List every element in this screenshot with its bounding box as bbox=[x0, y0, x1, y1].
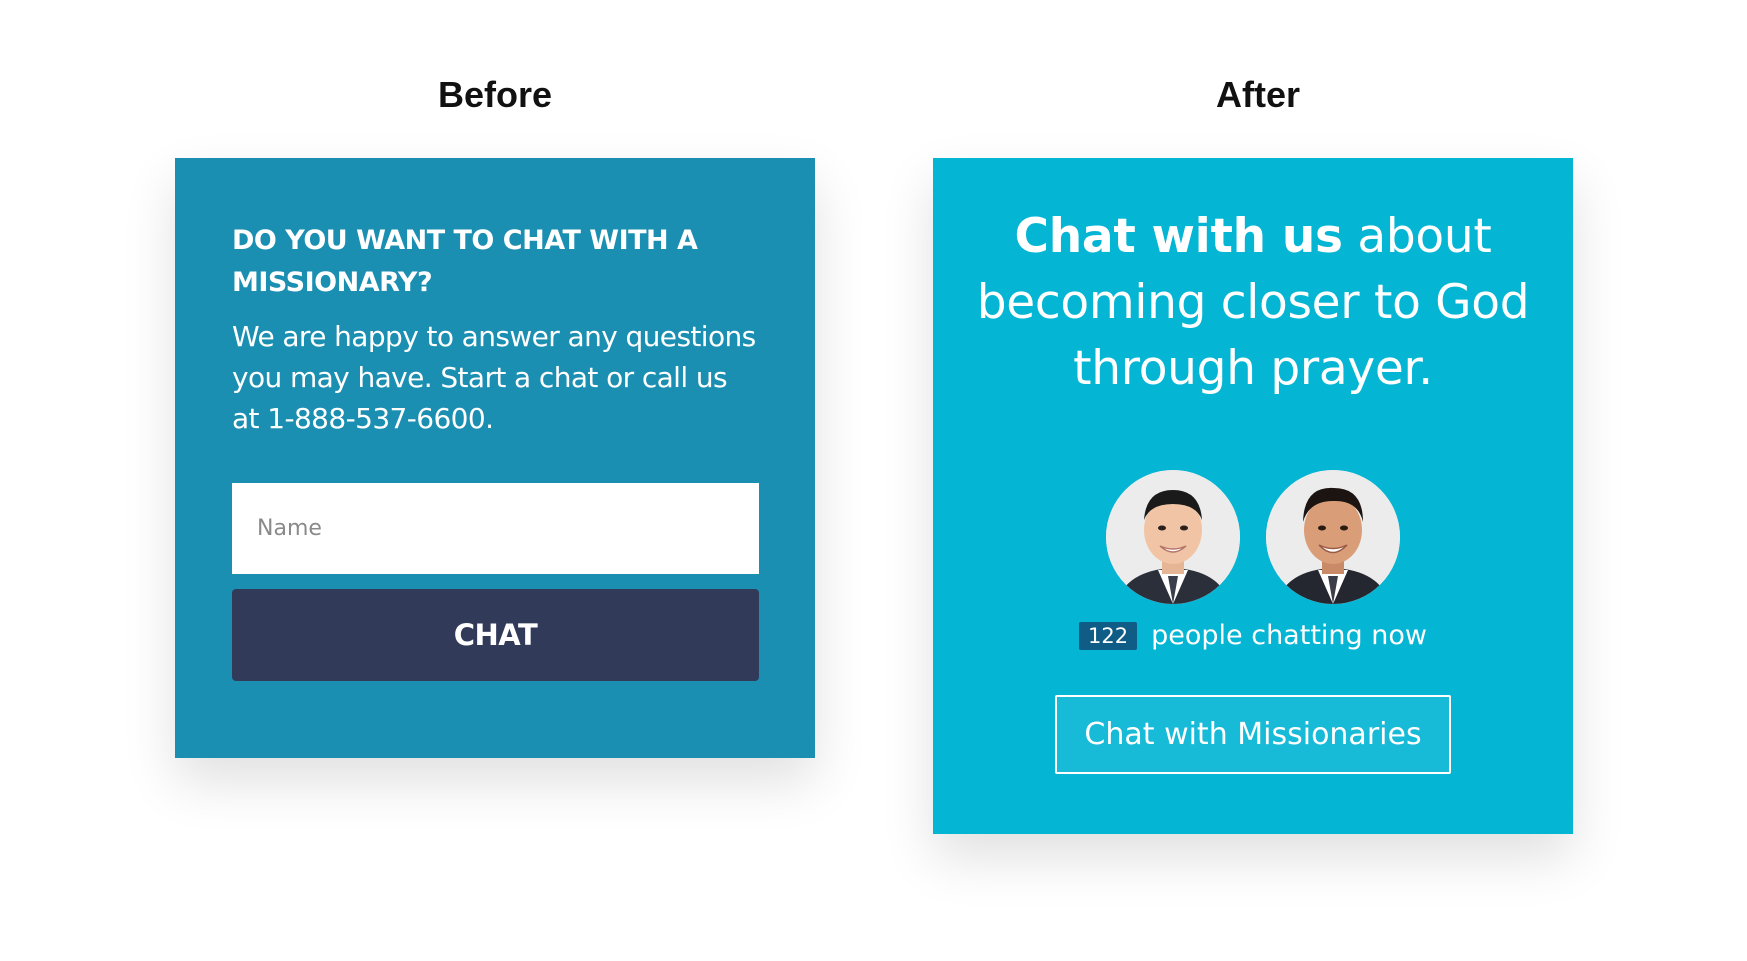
missionary-avatar-1 bbox=[1106, 470, 1240, 604]
after-heading: Chat with us about becoming closer to Go… bbox=[933, 204, 1573, 402]
chat-button[interactable]: CHAT bbox=[232, 589, 759, 681]
before-body-text: We are happy to answer any questions you… bbox=[232, 320, 756, 435]
avatar-group bbox=[933, 470, 1573, 604]
after-chat-card: Chat with us about becoming closer to Go… bbox=[933, 158, 1573, 834]
name-input[interactable] bbox=[232, 483, 759, 574]
after-label: After bbox=[1215, 74, 1300, 115]
chat-with-missionaries-button[interactable]: Chat with Missionaries bbox=[1055, 695, 1451, 774]
missionary-avatar-2 bbox=[1266, 470, 1400, 604]
before-heading: DO YOU WANT TO CHAT WITH A MISSIONARY? bbox=[232, 225, 698, 298]
chatting-count-badge: 122 bbox=[1079, 621, 1138, 650]
before-chat-card: DO YOU WANT TO CHAT WITH A MISSIONARY? W… bbox=[175, 158, 815, 758]
chatting-status: 122 people chatting now bbox=[933, 620, 1573, 651]
after-heading-strong: Chat with us bbox=[1014, 209, 1343, 264]
before-label: Before bbox=[437, 74, 553, 115]
chatting-status-text: people chatting now bbox=[1151, 620, 1427, 651]
